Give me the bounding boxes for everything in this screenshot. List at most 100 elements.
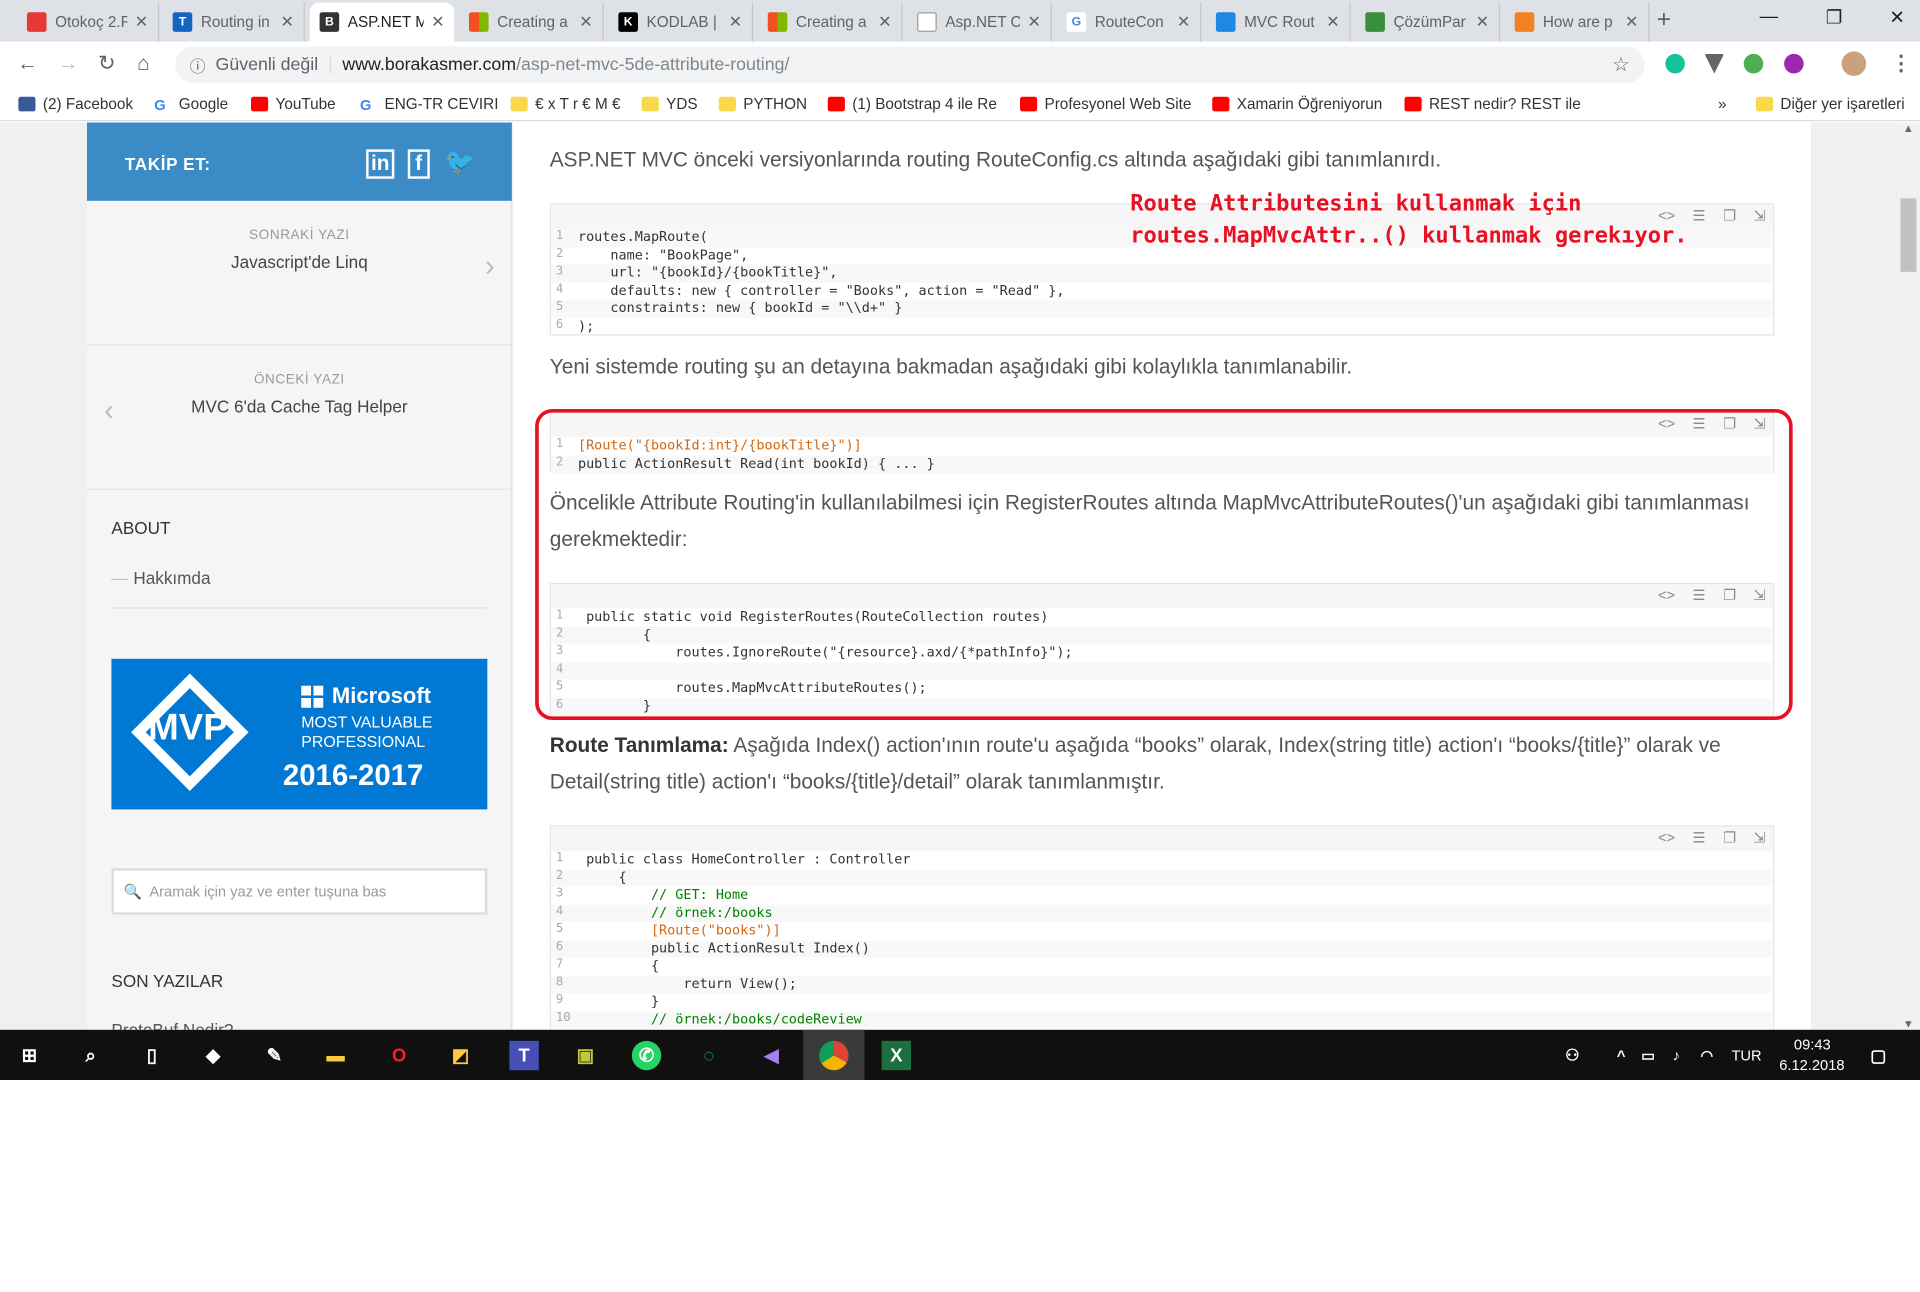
tab-mvc-route[interactable]: MVC Rout ✕ — [1206, 2, 1351, 42]
info-icon[interactable]: ⓘ — [190, 53, 206, 76]
bookmark-star-icon[interactable]: ☆ — [1612, 53, 1630, 77]
whatsapp-icon[interactable]: ✆ — [631, 1040, 662, 1071]
wifi-icon[interactable]: ◠ — [1692, 1041, 1721, 1070]
popup-icon[interactable]: ⇲ — [1753, 829, 1765, 846]
paint-icon[interactable]: ✎ — [260, 1041, 289, 1070]
close-tab-icon[interactable]: ✕ — [281, 12, 294, 32]
app-icon[interactable]: ▣ — [571, 1041, 600, 1070]
plain-text-icon[interactable]: ☰ — [1693, 207, 1706, 224]
close-tab-icon[interactable]: ✕ — [1625, 12, 1638, 32]
search-input[interactable]: 🔍 Aramak için yaz ve enter tuşuna bas — [111, 868, 488, 915]
tab-kodlab[interactable]: K KODLAB | ✕ — [609, 2, 754, 42]
search-icon[interactable]: ⌕ — [76, 1041, 105, 1070]
opera-icon[interactable]: O — [384, 1041, 413, 1070]
tab-cozumpark[interactable]: ÇözümPar ✕ — [1356, 2, 1501, 42]
volume-icon[interactable]: ♪ — [1662, 1041, 1691, 1070]
home-icon[interactable]: ⌂ — [137, 51, 150, 75]
bookmark-rest[interactable]: REST nedir? REST ile — [1404, 96, 1581, 113]
close-tab-icon[interactable]: ✕ — [1326, 12, 1339, 32]
close-tab-icon[interactable]: ✕ — [579, 12, 592, 32]
forward-icon[interactable]: → — [58, 51, 79, 75]
tab-otokoc[interactable]: Otokoç 2.F ✕ — [17, 2, 160, 42]
bookmark-facebook[interactable]: (2) Facebook — [18, 96, 133, 113]
excel-icon[interactable]: X — [881, 1040, 912, 1071]
view-source-icon[interactable]: <> — [1658, 829, 1675, 846]
scrollbar-thumb[interactable] — [1900, 198, 1917, 272]
battery-icon[interactable]: ▭ — [1633, 1041, 1662, 1070]
scroll-down-icon[interactable]: ▼ — [1903, 1018, 1914, 1030]
maximize-icon[interactable]: ❐ — [1826, 6, 1842, 28]
popup-icon[interactable]: ⇲ — [1753, 207, 1765, 224]
view-source-icon[interactable]: <> — [1658, 207, 1675, 224]
address-bar[interactable]: ⓘ Güvenli değil | www.borakasmer.com/asp… — [175, 46, 1645, 84]
python-icon[interactable]: ◩ — [446, 1041, 475, 1070]
tab-aspnet-c[interactable]: Asp.NET C ✕ — [907, 2, 1052, 42]
close-tab-icon[interactable]: ✕ — [1027, 12, 1040, 32]
close-tab-icon[interactable]: ✕ — [135, 12, 148, 32]
chevron-right-icon[interactable]: › — [485, 250, 495, 284]
about-link[interactable]: — Hakkımda — [111, 568, 210, 588]
menu-kebab-icon[interactable]: ⋮ — [1891, 51, 1912, 75]
scroll-up-icon[interactable]: ▲ — [1903, 122, 1914, 134]
reload-icon[interactable]: ↻ — [98, 51, 115, 75]
chrome-icon[interactable] — [819, 1040, 849, 1071]
teams-icon[interactable]: T — [509, 1040, 539, 1071]
grammarly-extension-icon[interactable] — [1665, 53, 1685, 74]
close-tab-icon[interactable]: ✕ — [1476, 12, 1489, 32]
close-tab-icon[interactable]: ✕ — [1177, 12, 1190, 32]
tab-routecon[interactable]: G RouteCon ✕ — [1057, 2, 1202, 42]
mvp-badge-image[interactable]: MVP Microsoft MOST VALUABLE PROFESSIONAL… — [111, 658, 488, 810]
minimize-icon[interactable]: — — [1760, 6, 1778, 27]
new-tab-icon[interactable]: + — [1657, 6, 1671, 34]
bookmark-profesyonel[interactable]: Profesyonel Web Site — [1020, 96, 1191, 113]
vertical-scrollbar[interactable]: ▲ ▼ — [1897, 122, 1920, 1030]
bookmark-xamarin[interactable]: Xamarin Öğreniyorun — [1212, 96, 1382, 113]
bookmark-folder-extreme[interactable]: € x T r € M € — [510, 96, 620, 113]
plain-text-icon[interactable]: ☰ — [1693, 829, 1706, 846]
notification-icon[interactable]: ▢ — [1864, 1041, 1893, 1070]
clock-date[interactable]: 6.12.2018 — [1779, 1057, 1844, 1074]
close-tab-icon[interactable]: ✕ — [431, 12, 444, 32]
tab-aspnet-active[interactable]: B ASP.NET M ✕ — [309, 2, 455, 42]
about-heading: ABOUT — [111, 517, 171, 538]
tab-creating-1[interactable]: Creating a ✕ — [459, 2, 604, 42]
tray-expand-icon[interactable]: ^ — [1607, 1041, 1636, 1070]
bookmark-folder-yds[interactable]: YDS — [641, 96, 698, 113]
twitter-icon[interactable]: 🐦 — [444, 147, 474, 178]
people-icon[interactable]: ⚇ — [1558, 1041, 1587, 1070]
bookmark-youtube[interactable]: YouTube — [251, 96, 336, 113]
tab-stackoverflow[interactable]: How are p ✕ — [1505, 2, 1650, 42]
clock-time[interactable]: 09:43 — [1794, 1036, 1831, 1053]
previous-post[interactable]: ÖNCEKİ YAZI MVC 6'da Cache Tag Helper ‹ — [86, 372, 512, 490]
windows-start-icon[interactable]: ⊞ — [15, 1041, 44, 1070]
purple-extension-icon[interactable] — [1784, 53, 1804, 74]
copy-icon[interactable]: ❐ — [1723, 207, 1736, 224]
chevron-left-icon[interactable]: ‹ — [104, 394, 114, 428]
linkedin-icon[interactable]: in — [366, 149, 395, 179]
bookmark-bootstrap[interactable]: (1) Bootstrap 4 ile Re — [827, 96, 997, 113]
tab-routing[interactable]: T Routing in ✕ — [163, 2, 305, 42]
bookmark-eng-tr[interactable]: G ENG-TR CEVIRI — [360, 96, 498, 114]
tab-creating-2[interactable]: Creating a ✕ — [758, 2, 903, 42]
close-tab-icon[interactable]: ✕ — [878, 12, 891, 32]
visual-studio-icon[interactable]: ◀ — [757, 1041, 786, 1070]
bookmark-google[interactable]: G Google — [154, 96, 228, 114]
bookmark-folder-python[interactable]: PYTHON — [718, 96, 807, 113]
recent-post-item[interactable]: ProtoBuf Nedir? — [111, 1020, 233, 1030]
close-window-icon[interactable]: ✕ — [1889, 6, 1904, 28]
other-bookmarks[interactable]: Diğer yer işaretleri — [1755, 96, 1905, 113]
next-post[interactable]: SONRAKİ YAZI Javascript'de Linq › — [86, 228, 512, 346]
globe-extension-icon[interactable] — [1743, 53, 1764, 74]
task-view-icon[interactable]: ▯ — [137, 1041, 166, 1070]
bookmarks-overflow-icon[interactable]: » — [1718, 96, 1727, 113]
loader-app-icon[interactable]: ◌ — [694, 1041, 723, 1070]
vpn-extension-icon[interactable] — [1704, 53, 1725, 74]
profile-avatar[interactable] — [1841, 51, 1867, 76]
app-icon[interactable]: ◆ — [198, 1041, 227, 1070]
close-tab-icon[interactable]: ✕ — [729, 12, 742, 32]
facebook-icon[interactable]: f — [407, 149, 430, 179]
copy-icon[interactable]: ❐ — [1723, 829, 1736, 846]
file-explorer-icon[interactable]: ▬ — [321, 1041, 350, 1070]
back-icon[interactable]: ← — [17, 51, 38, 75]
language-indicator[interactable]: TUR — [1731, 1047, 1761, 1064]
